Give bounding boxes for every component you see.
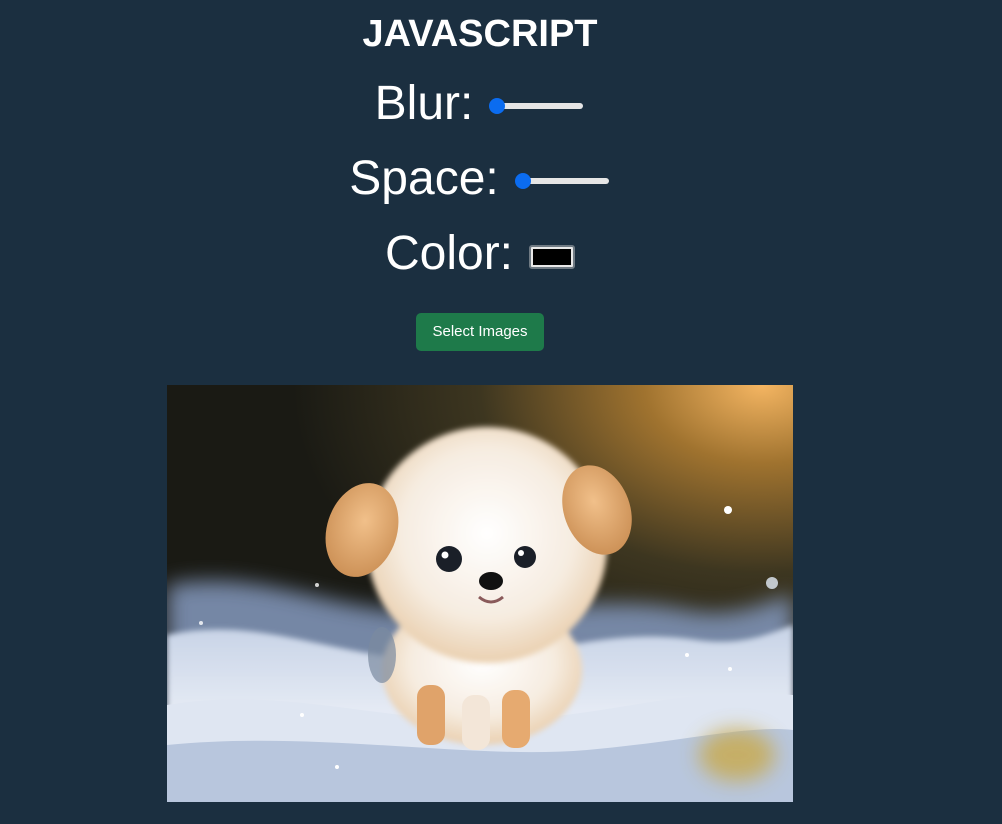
space-control: Space: <box>0 151 960 207</box>
color-picker-swatch <box>533 249 572 265</box>
blur-slider-track <box>491 103 584 109</box>
puppy-in-snow-image <box>167 385 793 802</box>
blur-slider-thumb[interactable] <box>489 98 506 114</box>
blur-label: Blur: <box>374 77 474 130</box>
blur-control: Blur: <box>0 76 960 132</box>
space-label: Space: <box>349 152 499 205</box>
color-control: Color: <box>0 226 960 282</box>
blur-slider[interactable] <box>489 98 585 114</box>
page-title: JAVASCRIPT <box>362 13 598 55</box>
preview-image <box>167 385 793 802</box>
space-slider-thumb[interactable] <box>514 173 531 189</box>
select-images-button[interactable]: Select Images <box>416 313 544 351</box>
color-label: Color: <box>384 227 514 280</box>
color-picker[interactable] <box>529 245 576 269</box>
space-slider[interactable] <box>514 173 611 189</box>
